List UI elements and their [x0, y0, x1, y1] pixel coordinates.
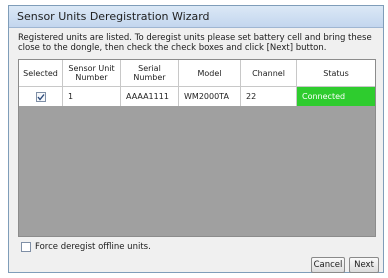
row-select-checkbox[interactable] — [35, 91, 46, 102]
force-deregist-label: Force deregist offline units. — [35, 242, 151, 252]
deregistration-wizard-window: Sensor Units Deregistration Wizard Regis… — [8, 5, 384, 273]
sensor-unit-number-cell: 1 — [63, 87, 121, 106]
next-button[interactable]: Next — [349, 257, 379, 273]
column-header-selected[interactable]: Selected — [19, 60, 63, 86]
serial-number-cell: AAAA1111 — [121, 87, 179, 106]
force-deregist-option[interactable]: Force deregist offline units. — [21, 242, 151, 252]
column-header-model[interactable]: Model — [179, 60, 241, 86]
window-title: Sensor Units Deregistration Wizard — [17, 10, 210, 23]
check-icon — [36, 93, 45, 101]
selected-cell — [19, 87, 63, 106]
column-header-channel[interactable]: Channel — [241, 60, 297, 86]
force-deregist-checkbox[interactable] — [21, 242, 31, 252]
channel-cell: 22 — [241, 87, 297, 106]
cancel-button[interactable]: Cancel — [311, 257, 345, 273]
column-header-status[interactable]: Status — [297, 60, 375, 86]
sensor-units-grid[interactable]: Selected Sensor Unit Number Serial Numbe… — [18, 59, 376, 237]
grid-header-row: Selected Sensor Unit Number Serial Numbe… — [19, 60, 375, 86]
column-header-serial-number[interactable]: Serial Number — [121, 60, 179, 86]
status-cell: Connected — [297, 87, 375, 106]
column-header-sensor-unit-number[interactable]: Sensor Unit Number — [63, 60, 121, 86]
title-bar: Sensor Units Deregistration Wizard — [9, 6, 383, 28]
table-row[interactable]: 1 AAAA1111 WM2000TA 22 Connected — [19, 86, 375, 106]
instructions-text: Registered units are listed. To deregist… — [18, 33, 372, 53]
model-cell: WM2000TA — [179, 87, 241, 106]
